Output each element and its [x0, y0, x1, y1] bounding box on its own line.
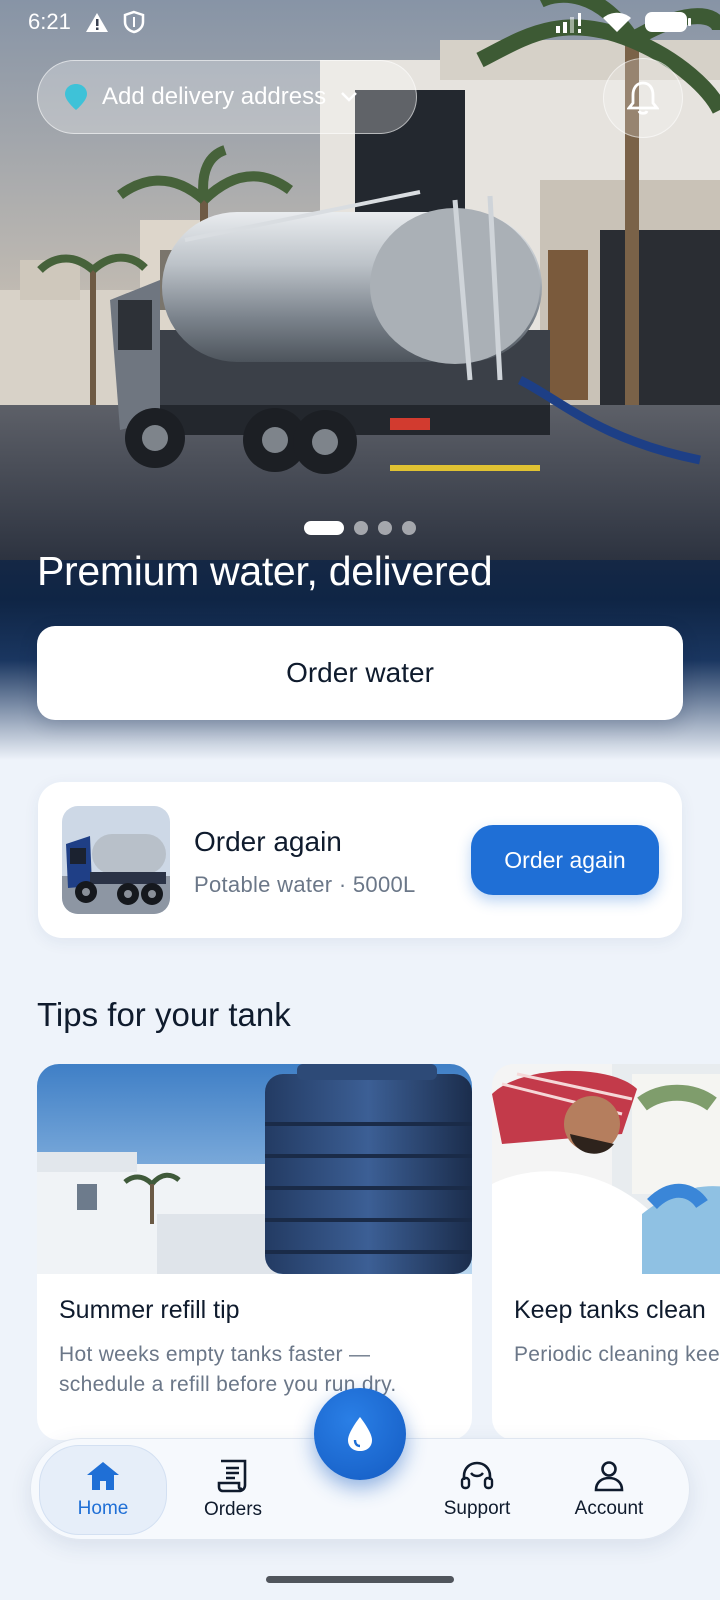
status-time: 6:21 — [28, 9, 71, 34]
nav-label-home: Home — [77, 1498, 129, 1519]
order-again-details: Potable water · 5000L — [194, 872, 416, 897]
order-again-button[interactable]: Order again — [471, 825, 659, 895]
nav-item-orders[interactable]: Orders — [169, 1445, 297, 1535]
headset-icon — [460, 1461, 494, 1490]
nav-item-account[interactable]: Account — [545, 1445, 673, 1535]
delivery-address-label: Add delivery address — [102, 83, 327, 110]
hero-title: Premium water, delivered — [37, 548, 493, 594]
home-indicator[interactable] — [266, 1576, 454, 1583]
order-again-title: Order again — [194, 826, 342, 857]
tip-image-cleaning — [492, 1064, 720, 1274]
carousel-indicator — [304, 521, 416, 535]
signal-icon — [556, 13, 581, 33]
chevron-down-icon — [341, 92, 358, 102]
tip-text: Periodic cleaning keeps water fresh and … — [514, 1343, 720, 1366]
nav-label-account: Account — [574, 1498, 644, 1519]
order-again-card[interactable]: Order again Potable water · 5000L Order … — [38, 782, 682, 938]
truck-thumbnail — [62, 806, 170, 914]
nav-item-support[interactable]: Support — [413, 1445, 541, 1535]
carousel-dot[interactable] — [402, 521, 416, 535]
tip-text: Hot weeks empty tanks faster — schedule … — [59, 1343, 397, 1396]
battery-icon — [645, 12, 691, 32]
carousel-dot[interactable] — [354, 521, 368, 535]
tip-title: Keep tanks clean — [514, 1296, 706, 1324]
nav-label-support: Support — [443, 1498, 511, 1519]
home-icon — [87, 1462, 119, 1490]
warning-icon — [85, 13, 108, 32]
shield-icon — [123, 10, 145, 34]
tips-heading: Tips for your tank — [37, 996, 291, 1033]
receipt-icon — [217, 1459, 247, 1493]
tip-image-water-tank — [37, 1064, 472, 1274]
tips-carousel[interactable]: Summer refill tip Hot weeks empty tanks … — [37, 1064, 720, 1440]
nav-label-orders: Orders — [203, 1499, 263, 1520]
delivery-address-selector[interactable]: Add delivery address — [37, 60, 417, 134]
water-drop-icon — [348, 1417, 372, 1451]
tip-title: Summer refill tip — [59, 1296, 240, 1324]
carousel-dot[interactable] — [378, 521, 392, 535]
tip-card[interactable]: Keep tanks clean Periodic cleaning keeps… — [492, 1064, 720, 1440]
location-pin-icon — [65, 84, 87, 110]
notifications-button[interactable] — [603, 58, 683, 138]
tip-card[interactable]: Summer refill tip Hot weeks empty tanks … — [37, 1064, 472, 1440]
hero-banner: 6:21 Add delivery address Premium water,… — [0, 0, 720, 760]
wifi-icon — [603, 12, 631, 32]
bell-icon — [627, 81, 659, 115]
status-bar: 6:21 — [0, 0, 720, 44]
person-icon — [594, 1461, 624, 1492]
carousel-dot-active[interactable] — [304, 521, 344, 535]
quick-order-fab[interactable] — [314, 1388, 406, 1480]
order-water-button[interactable]: Order water — [37, 626, 683, 720]
nav-item-home[interactable]: Home — [39, 1445, 167, 1535]
